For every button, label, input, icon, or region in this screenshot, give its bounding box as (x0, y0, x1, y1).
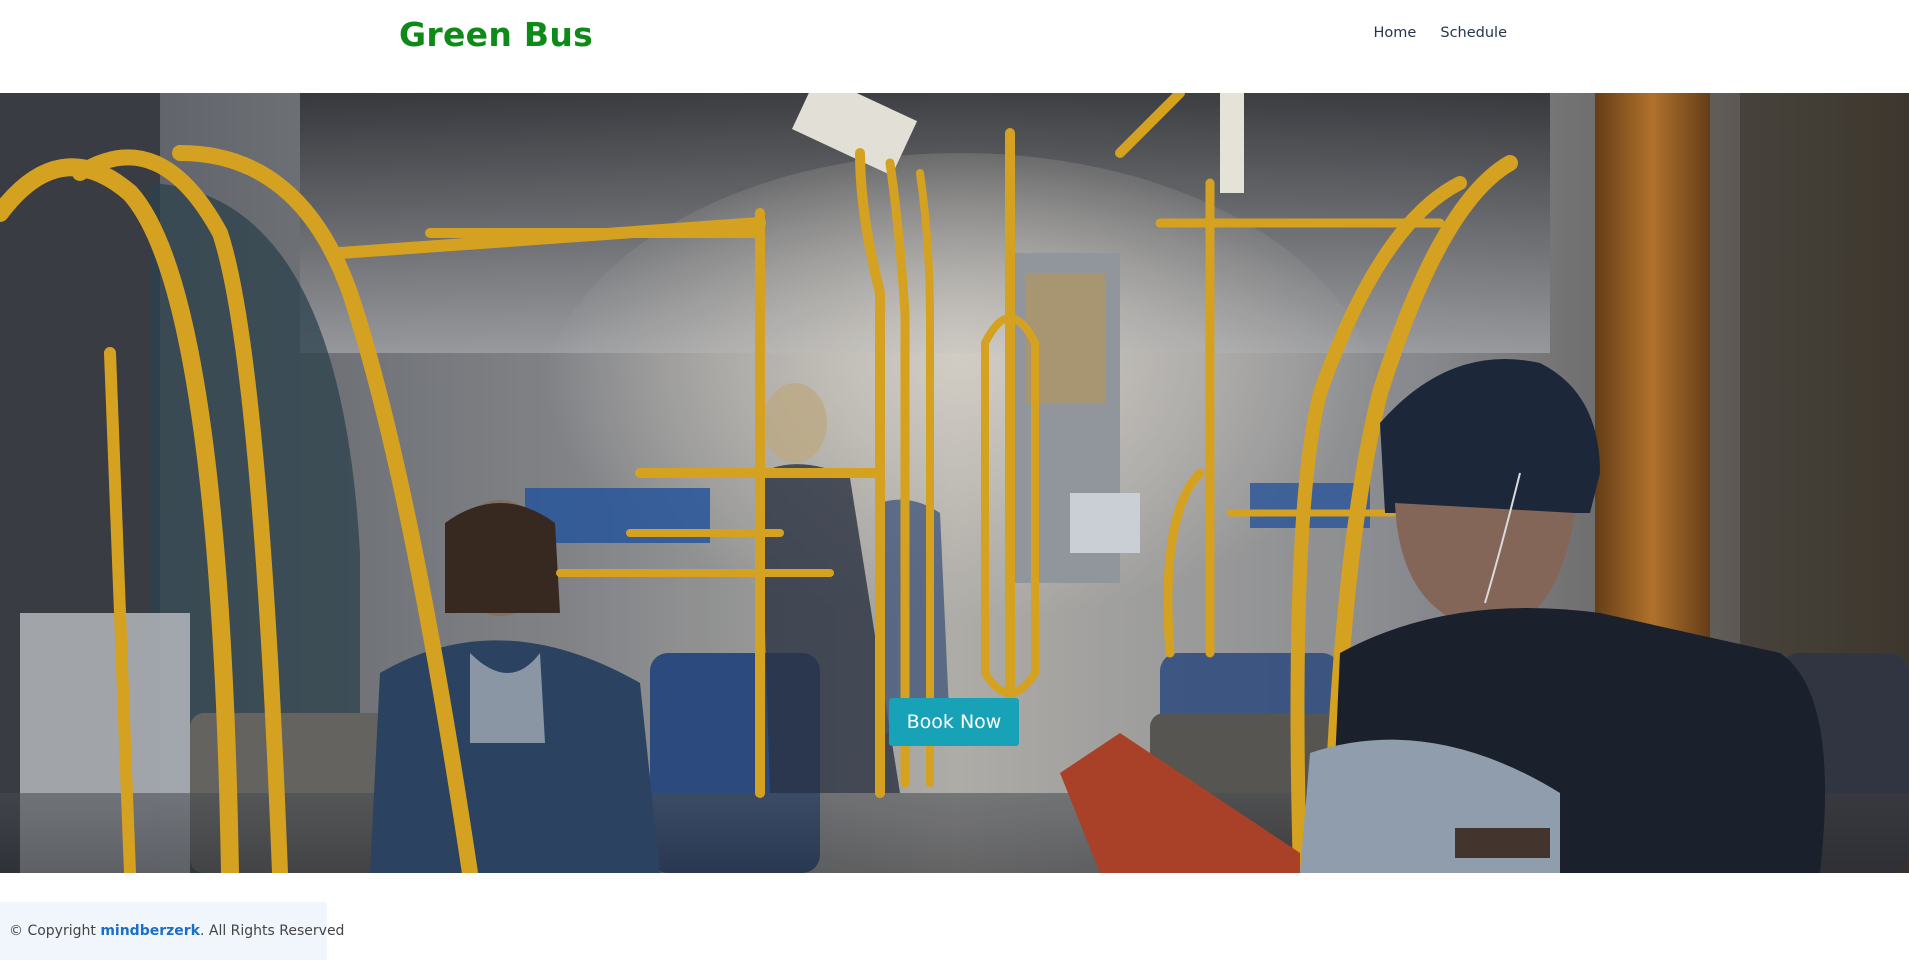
site-header: Green Bus Home Schedule (0, 0, 1909, 93)
site-footer: © Copyright mindberzerk. All Rights Rese… (0, 902, 344, 960)
copyright-prefix: © Copyright (9, 923, 101, 939)
nav-link-home[interactable]: Home (1374, 22, 1417, 44)
nav-link-schedule[interactable]: Schedule (1440, 22, 1507, 44)
hero-section: Book Now (0, 93, 1909, 873)
main-nav: Home Schedule (1374, 22, 1507, 44)
copyright-owner-link[interactable]: mindberzerk (100, 923, 200, 939)
book-now-button[interactable]: Book Now (889, 698, 1019, 746)
brand-logo[interactable]: Green Bus (399, 14, 593, 56)
hero-background-image (0, 93, 1909, 873)
copyright-suffix: . All Rights Reserved (199, 923, 345, 939)
